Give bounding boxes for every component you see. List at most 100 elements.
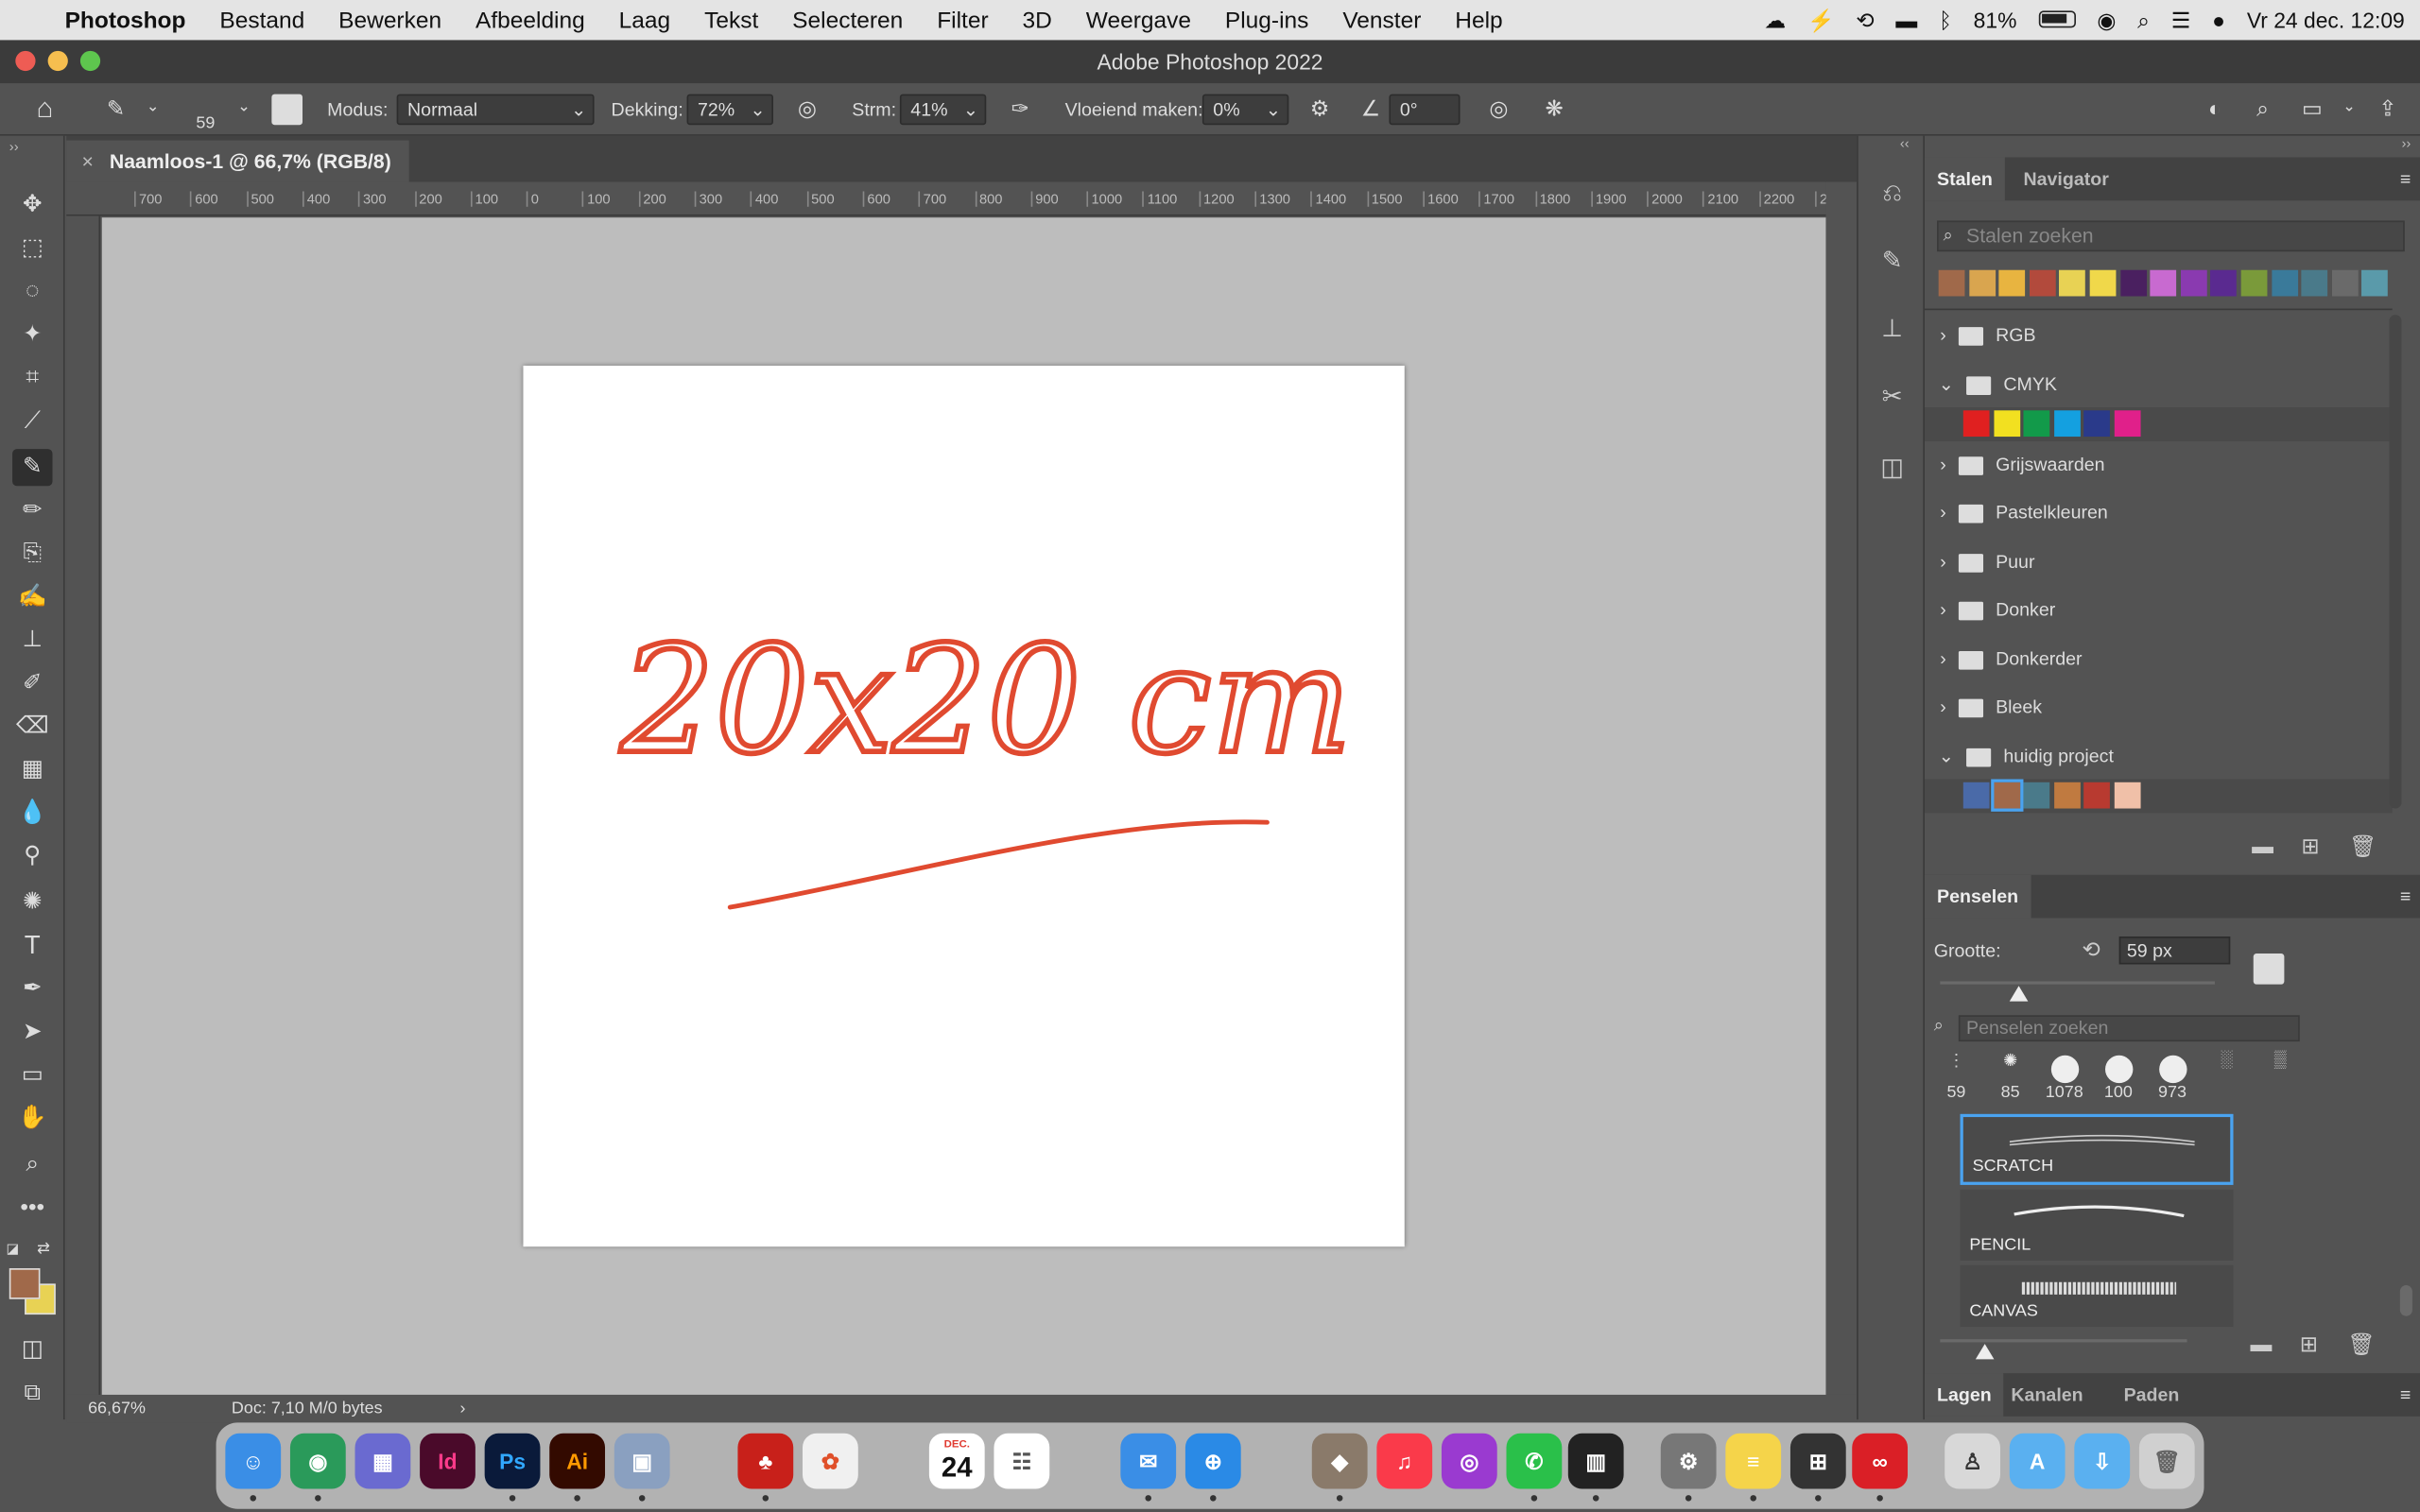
more-tools-icon[interactable]: ••• bbox=[12, 1190, 52, 1227]
new-group-folder-icon[interactable]: ▬ bbox=[2250, 1332, 2272, 1356]
color-swatch[interactable] bbox=[2361, 269, 2389, 297]
art-history-brush-icon[interactable]: ✐ bbox=[12, 665, 52, 702]
color-swatch[interactable] bbox=[2240, 269, 2268, 297]
color-swatch[interactable] bbox=[1938, 269, 1965, 297]
color-swatch[interactable] bbox=[2029, 269, 2056, 297]
zoom-tool-icon[interactable]: ⌕ bbox=[12, 1146, 52, 1183]
eyedropper-tool-icon[interactable]: ⟋ bbox=[12, 403, 52, 439]
pressure-size-icon[interactable]: ◎ bbox=[1485, 94, 1512, 122]
creative-cloud-icon[interactable]: ∞ bbox=[1852, 1433, 1909, 1489]
swatch-group-grijswaarden[interactable]: › Grijswaarden bbox=[1925, 443, 2393, 487]
doc-info[interactable]: Doc: 7,10 M/0 bytes bbox=[232, 1395, 383, 1422]
menu-selecteren[interactable]: Selecteren bbox=[775, 7, 920, 33]
battery-icon[interactable] bbox=[2038, 8, 2076, 32]
menu-bewerken[interactable]: Bewerken bbox=[321, 7, 458, 33]
collapse-chevron-icon[interactable]: ›› bbox=[2401, 136, 2411, 151]
trash-icon[interactable]: 🗑 bbox=[2138, 1433, 2195, 1489]
menu-afbeelding[interactable]: Afbeelding bbox=[458, 7, 602, 33]
lasso-tool-icon[interactable]: ◌ bbox=[12, 273, 52, 310]
stamp-tool-icon[interactable]: ⊥ bbox=[12, 622, 52, 659]
photos-icon[interactable]: ✿ bbox=[803, 1433, 858, 1489]
safari-icon[interactable]: ⊕ bbox=[1184, 1433, 1241, 1489]
notes-icon[interactable]: ≡ bbox=[1725, 1433, 1782, 1489]
zoom-window-button[interactable] bbox=[79, 50, 101, 72]
gradient-tool-icon[interactable]: ▦ bbox=[12, 751, 52, 788]
brush-settings-panel-icon[interactable] bbox=[271, 94, 303, 126]
collapse-chevron-icon[interactable]: ‹‹ bbox=[1900, 136, 1910, 151]
color-swatch[interactable] bbox=[2210, 269, 2238, 297]
photoshop-icon[interactable]: Ps bbox=[484, 1433, 541, 1489]
brush-size-readout[interactable]: 59 bbox=[196, 108, 215, 139]
collapse-chevron-icon[interactable]: ›› bbox=[9, 139, 19, 154]
color-swatch[interactable] bbox=[2119, 269, 2147, 297]
menu-tekst[interactable]: Tekst bbox=[687, 7, 775, 33]
brush-preset-pencil[interactable]: PENCIL bbox=[1960, 1189, 2234, 1261]
menu-plugins[interactable]: Plug-ins bbox=[1208, 7, 1325, 33]
color-swatch[interactable] bbox=[2023, 410, 2050, 438]
swatch-group-huidig-project[interactable]: ⌄ huidig project bbox=[1925, 734, 2393, 778]
hand-tool-icon[interactable]: ✋ bbox=[12, 1100, 52, 1137]
bluetooth-icon[interactable]: ᛒ bbox=[1939, 8, 1952, 32]
brush-tool-preset-icon[interactable]: ✎ bbox=[102, 94, 130, 122]
blur-tool-icon[interactable]: 💧 bbox=[12, 795, 52, 832]
finder-icon[interactable]: ☺ bbox=[225, 1433, 282, 1489]
brush-preset-scratch[interactable]: SCRATCH bbox=[1960, 1113, 2234, 1185]
share-icon[interactable]: ⇪ bbox=[2374, 94, 2401, 122]
tab-lagen[interactable]: Lagen bbox=[1924, 1373, 2004, 1417]
tab-paden[interactable]: Paden bbox=[2112, 1373, 2192, 1417]
tool-presets-icon[interactable]: ✂ bbox=[1874, 380, 1910, 417]
tab-stalen[interactable]: Stalen bbox=[1924, 157, 2005, 201]
color-swatch[interactable] bbox=[2150, 269, 2177, 297]
package-icon[interactable]: ◆ bbox=[1311, 1433, 1368, 1489]
menu-filter[interactable]: Filter bbox=[920, 7, 1005, 33]
reminders-icon[interactable]: ☷ bbox=[994, 1433, 1050, 1489]
podcasts-icon[interactable]: ◎ bbox=[1441, 1433, 1497, 1489]
bolt-icon[interactable]: ⚡ bbox=[1807, 7, 1834, 33]
sponge-tool-icon[interactable]: ✺ bbox=[12, 885, 52, 921]
menu-venster[interactable]: Venster bbox=[1325, 7, 1438, 33]
color-swatch[interactable] bbox=[2059, 269, 2086, 297]
search-icon[interactable]: ⌕ bbox=[2249, 94, 2276, 122]
applications-folder-icon[interactable]: A bbox=[2009, 1433, 2066, 1489]
calendar-icon[interactable]: DEC. 24 bbox=[928, 1433, 985, 1489]
swatch-group-donker[interactable]: › Donker bbox=[1925, 588, 2393, 631]
quick-mask-icon[interactable]: ◫ bbox=[12, 1332, 52, 1368]
color-swatch[interactable] bbox=[2180, 269, 2207, 297]
crop-tool-icon[interactable]: ⌗ bbox=[12, 359, 52, 396]
symmetry-icon[interactable]: ❋ bbox=[1540, 94, 1567, 122]
libraries-icon[interactable]: ◫ bbox=[1874, 451, 1910, 488]
swatches-scrollbar[interactable] bbox=[2389, 315, 2402, 809]
brush-picker-chevron-icon[interactable]: ⌄ bbox=[230, 94, 257, 122]
siri-icon[interactable]: ● bbox=[2212, 8, 2225, 32]
chevron-right-icon[interactable]: › bbox=[460, 1395, 466, 1422]
clone-source-icon[interactable]: ⊥ bbox=[1874, 312, 1910, 349]
workspace-icon[interactable]: ▭ bbox=[2298, 94, 2325, 122]
close-window-button[interactable] bbox=[15, 50, 36, 72]
tab-navigator[interactable]: Navigator bbox=[2011, 158, 2121, 201]
user-icon[interactable]: ◉ bbox=[2097, 7, 2116, 33]
launchpad-icon[interactable]: ▦ bbox=[354, 1433, 411, 1489]
recent-brush-85[interactable]: ✺ 85 bbox=[1983, 1051, 2037, 1107]
learn-icon[interactable]: ◐ bbox=[2201, 94, 2228, 122]
history-brush-tool-icon[interactable]: ✍ bbox=[12, 578, 52, 615]
time-machine-icon[interactable]: ⟲ bbox=[1856, 7, 1874, 33]
path-selection-tool-icon[interactable]: ➤ bbox=[12, 1014, 52, 1051]
database-icon[interactable]: ▥ bbox=[1567, 1433, 1624, 1489]
document-canvas[interactable]: 20x20 cm bbox=[523, 365, 1405, 1247]
color-swatch[interactable] bbox=[2089, 269, 2117, 297]
swap-colors-icon[interactable]: ⇄ bbox=[37, 1241, 50, 1258]
marquee-tool-icon[interactable]: ⬚ bbox=[12, 230, 52, 266]
acrobat-icon[interactable]: ♣ bbox=[737, 1433, 794, 1489]
recent-brush-59[interactable]: ⋮ 59 bbox=[1929, 1051, 1983, 1107]
swatch-group-pastelkleuren[interactable]: › Pastelkleuren bbox=[1925, 490, 2393, 534]
swatch-group-cmyk[interactable]: ⌄ CMYK bbox=[1925, 363, 2393, 406]
color-swatch[interactable] bbox=[2083, 782, 2111, 809]
menu-help[interactable]: Help bbox=[1438, 7, 1519, 33]
close-tab-icon[interactable]: × bbox=[82, 141, 94, 182]
history-panel-icon[interactable]: ⎌ bbox=[1874, 176, 1910, 213]
brush-tool-icon[interactable]: ✎ bbox=[12, 449, 53, 487]
document-tab[interactable]: × Naamloos-1 @ 66,7% (RGB/8) bbox=[66, 140, 409, 182]
new-brush-icon[interactable]: ⊞ bbox=[2300, 1332, 2318, 1358]
downloads-folder-icon[interactable]: ⇩ bbox=[2074, 1433, 2131, 1489]
mail-icon[interactable]: ✉ bbox=[1120, 1433, 1177, 1489]
